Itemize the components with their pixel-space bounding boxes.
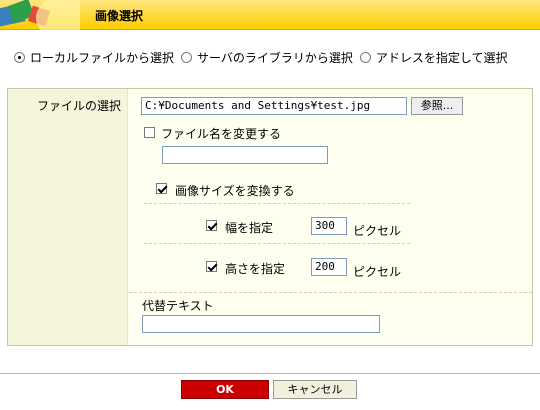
width-checkbox[interactable] (206, 220, 217, 231)
rename-input[interactable] (162, 146, 328, 164)
height-unit: ピクセル (353, 265, 402, 279)
divider (129, 292, 532, 293)
width-unit: ピクセル (353, 224, 402, 238)
file-path-input[interactable]: C:¥Documents and Settings¥test.jpg (141, 97, 407, 115)
height-input[interactable]: 200 (311, 258, 347, 276)
alt-text-label: 代替テキスト (142, 299, 214, 313)
source-radio-group: ローカルファイルから選択 サーバのライブラリから選択 アドレスを指定して選択 (14, 49, 508, 65)
height-checkbox[interactable] (206, 261, 217, 272)
footer-divider (0, 373, 540, 374)
width-label: 幅を指定 (225, 221, 274, 235)
height-label: 高さを指定 (225, 262, 286, 276)
panel-label-column: ファイルの選択 (8, 89, 128, 345)
divider (144, 203, 410, 204)
ok-button[interactable]: OK (181, 380, 269, 399)
source-local-label: ローカルファイルから選択 (30, 50, 175, 65)
rename-checkbox[interactable] (144, 127, 155, 138)
source-address-option[interactable]: アドレスを指定して選択 (359, 49, 508, 66)
source-local-option[interactable]: ローカルファイルから選択 (14, 49, 174, 66)
divider (144, 243, 410, 244)
resize-label: 画像サイズを変換する (175, 184, 295, 198)
browse-button[interactable]: 参照... (411, 97, 463, 115)
file-settings-panel: ファイルの選択 C:¥Documents and Settings¥test.j… (7, 88, 533, 346)
dialog-title: 画像選択 (95, 9, 144, 23)
source-address-radio[interactable] (359, 51, 371, 63)
source-local-radio[interactable] (14, 51, 25, 63)
source-server-label: サーバのライブラリから選択 (197, 50, 353, 65)
resize-checkbox[interactable] (156, 183, 167, 194)
rename-label: ファイル名を変更する (161, 127, 282, 141)
dialog-header: 画像選択 (0, 0, 540, 30)
source-server-radio[interactable] (181, 51, 193, 63)
source-address-label: アドレスを指定して選択 (375, 50, 508, 65)
app-logo-icon (0, 0, 80, 30)
width-input[interactable]: 300 (311, 217, 347, 235)
alt-text-input[interactable] (142, 315, 380, 333)
file-select-label: ファイルの選択 (37, 99, 122, 113)
cancel-button[interactable]: キャンセル (273, 380, 357, 399)
source-server-option[interactable]: サーバのライブラリから選択 (181, 49, 353, 66)
